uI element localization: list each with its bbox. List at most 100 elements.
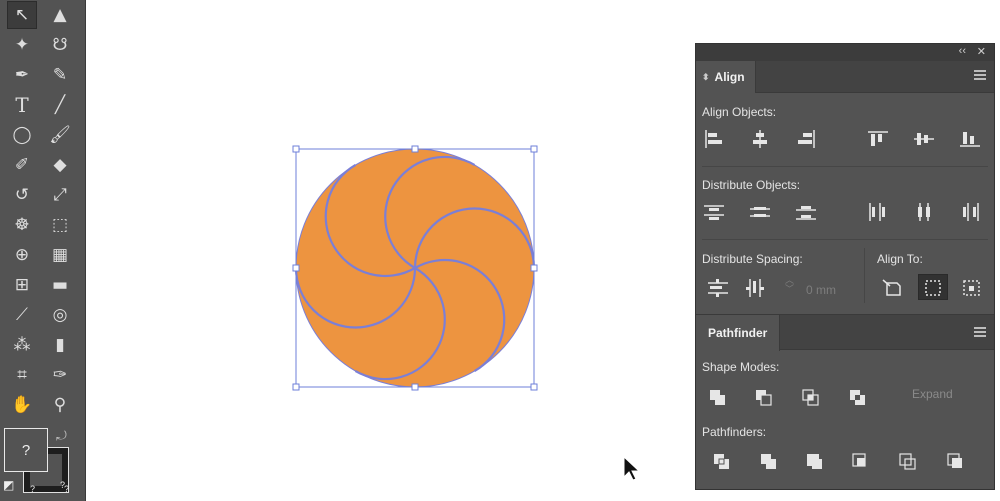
artboard-tool[interactable]: ⌗ [7, 361, 37, 389]
type-tool[interactable]: T [7, 91, 37, 119]
panel-titlebar[interactable]: ‹‹ ✕ [696, 44, 994, 61]
selection-handle[interactable] [292, 383, 300, 391]
align-pathfinder-panel: ‹‹ ✕ ⬍ Align Align Objects: Distribute O… [695, 43, 995, 490]
curvature-icon: ✎ [52, 65, 68, 85]
shaper-tool[interactable]: ✐ [7, 151, 37, 179]
eraser-tool[interactable]: ◆ [45, 151, 75, 179]
divide-icon[interactable] [710, 450, 734, 472]
vertical-distribute-center-icon[interactable] [748, 201, 772, 223]
horizontal-distribute-right-icon[interactable] [958, 201, 982, 223]
trim-icon[interactable] [757, 450, 781, 472]
ellipse-tool[interactable]: ◯ [7, 121, 37, 149]
fill-swatch[interactable]: ? [4, 428, 48, 472]
distribute-spacing-label: Distribute Spacing: [702, 252, 803, 266]
tab-align[interactable]: ⬍ Align [696, 61, 756, 93]
free-transform-tool[interactable]: ⬚ [45, 211, 75, 239]
selection-handle[interactable] [530, 145, 538, 153]
intersect-icon[interactable] [799, 386, 823, 408]
magic-wand-tool[interactable]: ✦ [7, 31, 37, 59]
horizontal-distribute-left-icon[interactable] [866, 201, 890, 223]
zoom-tool[interactable]: ⚲ [45, 391, 75, 419]
selection-tool[interactable]: ↖ [7, 1, 37, 29]
horizontal-align-left-icon[interactable] [702, 128, 726, 150]
paintbrush-tool[interactable]: 🖌 [45, 121, 75, 149]
canvas-artwork[interactable] [290, 144, 542, 394]
shape-builder-tool[interactable]: ⊕ [7, 241, 37, 269]
vertical-distribute-space-icon[interactable] [706, 277, 730, 299]
mesh-tool[interactable]: ⊞ [7, 271, 37, 299]
close-panel-icon[interactable]: ✕ [977, 45, 986, 58]
align-objects-label: Align Objects: [702, 105, 777, 119]
hand-tool[interactable]: ✋ [7, 391, 37, 419]
scale-tool[interactable]: ⤢ [45, 181, 75, 209]
selection-handle[interactable] [292, 264, 300, 272]
eyedropper-icon: ⟋ [16, 305, 28, 325]
outline-icon[interactable] [896, 450, 920, 472]
lasso-icon: ☋ [52, 35, 68, 55]
ellipse-icon: ◯ [12, 125, 32, 145]
shaper-icon: ✐ [14, 155, 30, 175]
vertical-align-center-icon[interactable] [912, 128, 936, 150]
divider [702, 239, 988, 240]
pathfinder-panel-menu-icon[interactable] [974, 327, 986, 337]
align-to-artboard-icon[interactable] [881, 277, 905, 299]
mesh-icon: ⊞ [14, 275, 30, 295]
swap-fill-stroke-icon[interactable]: ⤾ [56, 428, 67, 444]
line-segment-icon: ╱ [54, 95, 66, 115]
default-fill-stroke-icon[interactable]: ◩ [3, 478, 14, 492]
selection-handle[interactable] [292, 145, 300, 153]
horizontal-align-center-icon[interactable] [748, 128, 772, 150]
horizontal-distribute-space-icon[interactable] [744, 277, 768, 299]
align-to-key-object-icon[interactable] [960, 277, 984, 299]
vertical-distribute-top-icon[interactable] [702, 201, 726, 223]
gradient-tool[interactable]: ▬ [45, 271, 75, 299]
minus-front-icon[interactable] [752, 386, 776, 408]
horizontal-distribute-center-icon[interactable] [912, 201, 936, 223]
selection-handle[interactable] [411, 145, 419, 153]
crop-icon[interactable] [849, 450, 873, 472]
symbol-sprayer-tool[interactable]: ⁂ [7, 331, 37, 359]
selection-handle[interactable] [530, 264, 538, 272]
lasso-tool[interactable]: ☋ [45, 31, 75, 59]
direct-selection-tool[interactable]: ▲ [45, 1, 75, 29]
slice-tool[interactable]: ✑ [45, 361, 75, 389]
blend-tool[interactable]: ◎ [45, 301, 75, 329]
merge-icon[interactable] [803, 450, 827, 472]
align-panel-menu-icon[interactable] [974, 70, 986, 80]
curvature-tool[interactable]: ✎ [45, 61, 75, 89]
unite-icon[interactable] [706, 386, 730, 408]
vertical-align-top-icon[interactable] [866, 128, 890, 150]
expand-collapse-icon[interactable]: ⬍ [702, 72, 710, 83]
horizontal-align-right-icon[interactable] [794, 128, 818, 150]
exclude-icon[interactable] [846, 386, 870, 408]
vertical-align-bottom-icon[interactable] [958, 128, 982, 150]
minus-back-icon[interactable] [944, 450, 968, 472]
column-graph-tool[interactable]: ▮ [45, 331, 75, 359]
rotate-tool[interactable]: ↺ [7, 181, 37, 209]
type-icon: T [15, 93, 29, 117]
scale-icon: ⤢ [53, 185, 67, 205]
collapse-panel-icon[interactable]: ‹‹ [959, 45, 966, 57]
pen-tool[interactable]: ✒ [7, 61, 37, 89]
line-segment-tool[interactable]: ╱ [45, 91, 75, 119]
free-transform-icon: ⬚ [51, 215, 69, 235]
artboard-icon: ⌗ [17, 365, 27, 385]
tools-panel: ? ? ⤾ ◩ ? ? ↖ ▲ ✦ ☋ ✒ ✎ T ╱ ◯ 🖌 ✐ ◆ ↺ ⤢ ☸ ⬚ ⊕ ▦ ⊞ ▬ ⟋ ◎ ⁂ ▮ ⌗ ✑ ✋ ⚲ [0, 0, 86, 501]
zoom-icon: ⚲ [53, 395, 67, 415]
pathfinders-label: Pathfinders: [702, 425, 767, 439]
spiral-circle-artwork[interactable] [294, 148, 536, 388]
warp-icon: ☸ [14, 215, 30, 235]
vertical-distribute-bottom-icon[interactable] [794, 201, 818, 223]
selection-icon: ↖ [14, 5, 30, 25]
warp-tool[interactable]: ☸ [7, 211, 37, 239]
eyedropper-tool[interactable]: ⟋ [7, 301, 37, 329]
symbol-sprayer-icon: ⁂ [13, 335, 31, 355]
spacing-stepper-icon[interactable]: ︿ ﹀ [785, 276, 794, 294]
shape-builder-icon: ⊕ [14, 245, 30, 265]
selection-handle[interactable] [411, 383, 419, 391]
selection-handle[interactable] [530, 383, 538, 391]
expand-button[interactable]: Expand [912, 387, 953, 401]
align-to-selection-icon[interactable] [921, 277, 945, 299]
perspective-grid-tool[interactable]: ▦ [45, 241, 75, 269]
tab-pathfinder[interactable]: Pathfinder [696, 315, 781, 351]
